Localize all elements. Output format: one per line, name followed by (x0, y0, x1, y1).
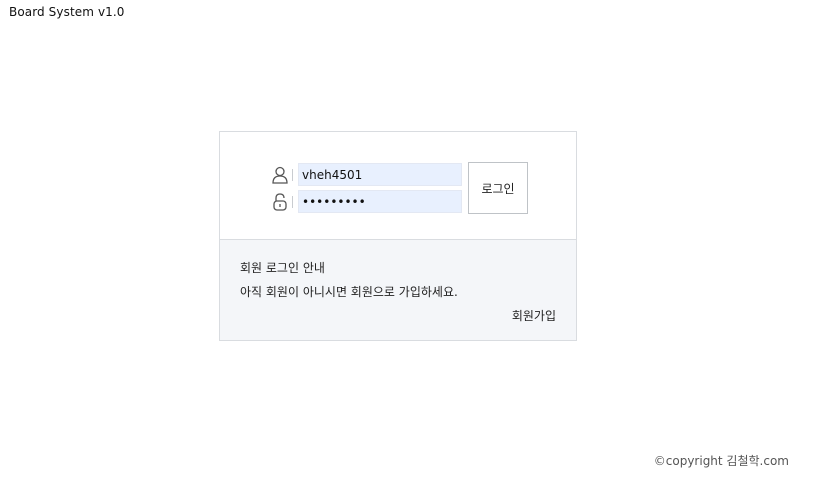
user-id-row (270, 163, 470, 187)
info-text: 아직 회원이 아니시면 회원으로 가입하세요. (240, 285, 458, 299)
password-row (270, 190, 470, 214)
signup-link[interactable]: 회원가입 (512, 307, 556, 324)
field-divider (292, 196, 293, 208)
info-title: 회원 로그인 안내 (240, 261, 325, 275)
login-button[interactable]: 로그인 (468, 162, 528, 214)
password-input[interactable] (298, 190, 462, 213)
lock-icon (270, 192, 290, 212)
user-icon (270, 165, 290, 185)
login-panel: 로그인 회원 로그인 안내 아직 회원이 아니시면 회원으로 가입하세요. 회원… (219, 131, 577, 341)
field-divider (292, 169, 293, 181)
login-info-panel: 회원 로그인 안내 아직 회원이 아니시면 회원으로 가입하세요. 회원가입 (220, 240, 576, 340)
copyright-text: ©copyright 김철학.com (653, 454, 789, 468)
login-form: 로그인 (220, 132, 576, 240)
app-title: Board System v1.0 (9, 5, 125, 19)
user-id-input[interactable] (298, 163, 462, 186)
